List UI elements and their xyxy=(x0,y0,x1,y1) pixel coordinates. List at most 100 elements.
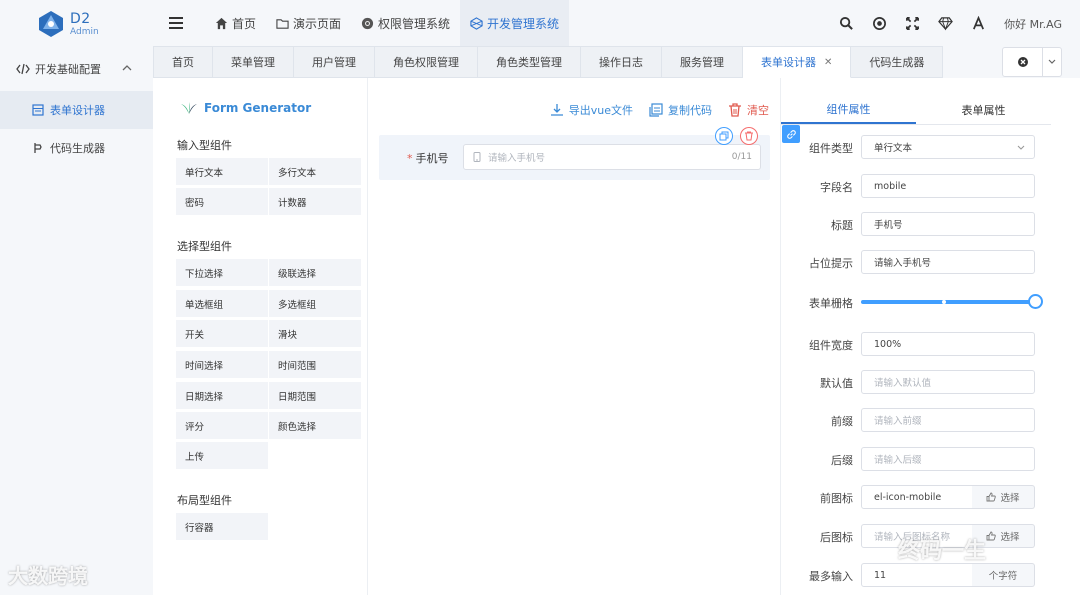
suffix-input[interactable]: 请输入后缀 xyxy=(861,447,1035,471)
prefix-input[interactable]: 请输入前缀 xyxy=(861,408,1035,432)
tab-form-designer[interactable]: 表单设计器 ✕ xyxy=(743,46,852,78)
trash-icon xyxy=(745,131,753,141)
watermark-left-text: 大数跨境 xyxy=(8,564,88,588)
topnav-dev-label: 开发管理系统 xyxy=(487,17,560,31)
copy-code-button[interactable]: 复制代码 xyxy=(649,102,712,118)
component-multi-line-text[interactable]: 多行文本 xyxy=(269,158,361,185)
close-circle-icon xyxy=(1017,57,1028,67)
category-select: 选择型组件 xyxy=(177,240,232,253)
form-span-slider[interactable] xyxy=(861,294,1043,309)
slider-handle[interactable] xyxy=(1028,294,1043,309)
component-password[interactable]: 密码 xyxy=(176,188,268,215)
tab-role-type[interactable]: 角色类型管理 xyxy=(478,46,581,78)
tab-form-props[interactable]: 表单属性 xyxy=(916,95,1051,124)
tab-home[interactable]: 首页 xyxy=(153,46,213,78)
tab-role-permission[interactable]: 角色权限管理 xyxy=(375,46,478,78)
component-color-picker[interactable]: 颜色选择 xyxy=(269,412,361,439)
prefix-icon-select-button[interactable]: 选择 xyxy=(972,485,1035,509)
component-time-range[interactable]: 时间范围 xyxy=(269,351,361,378)
close-icon[interactable]: ✕ xyxy=(824,57,832,68)
watermark-right: 终码一生 xyxy=(898,533,986,565)
logo-subtitle: Admin xyxy=(70,26,99,37)
tab-service-management[interactable]: 服务管理 xyxy=(662,46,743,78)
export-vue-label: 导出vue文件 xyxy=(568,104,633,117)
component-date-range[interactable]: 日期范围 xyxy=(269,382,361,409)
trash-icon xyxy=(729,103,741,117)
canvas-field-label: * 手机号 xyxy=(407,150,449,166)
component-rate[interactable]: 评分 xyxy=(176,412,268,439)
prop-label-prefix-icon: 前图标 xyxy=(820,492,853,505)
canvas-field-label-text: 手机号 xyxy=(415,152,449,165)
maxlength-input[interactable]: 11 xyxy=(861,563,973,587)
menu-toggle-icon[interactable] xyxy=(167,14,185,32)
chevron-down-icon xyxy=(1017,145,1025,150)
component-date-picker[interactable]: 日期选择 xyxy=(176,382,268,409)
category-layout: 布局型组件 xyxy=(177,494,232,507)
user-greeting[interactable]: 你好 Mr.AG xyxy=(1004,16,1062,32)
fullscreen-icon[interactable] xyxy=(905,16,920,31)
prop-row-suffix: 后缀 请输入后缀 xyxy=(781,447,1071,471)
component-upload[interactable]: 上传 xyxy=(176,442,268,469)
prop-label-default: 默认值 xyxy=(820,377,853,390)
tab-operation-log[interactable]: 操作日志 xyxy=(581,46,662,78)
topnav-dev[interactable]: 开发管理系统 xyxy=(460,0,570,47)
component-width-input[interactable]: 100% xyxy=(861,332,1035,356)
properties-panel: 组件属性 表单属性 组件类型 单行文本 字段名 mobile 标题 手机号 占位… xyxy=(780,78,1080,595)
prefix-icon-input[interactable]: el-icon-mobile xyxy=(861,485,973,509)
topnav-permission[interactable]: 权限管理系统 xyxy=(351,0,460,47)
prop-label-type: 组件类型 xyxy=(809,142,853,155)
clear-button[interactable]: 清空 xyxy=(728,102,769,118)
sidebar-item-form-designer[interactable]: 表单设计器 xyxy=(0,91,153,129)
canvas-field-input[interactable]: 请输入手机号 0/11 xyxy=(463,144,761,170)
properties-tabs: 组件属性 表单属性 xyxy=(781,95,1051,125)
component-checkbox-group[interactable]: 多选框组 xyxy=(269,290,361,317)
form-canvas: 导出vue文件 复制代码 清空 * 手机号 请输入手机号 0/11 xyxy=(369,78,779,595)
component-row-container[interactable]: 行容器 xyxy=(176,513,268,540)
sidebar-group-dev-config[interactable]: 开发基础配置 xyxy=(0,47,153,91)
component-radio-group[interactable]: 单选框组 xyxy=(176,290,268,317)
topnav-demo[interactable]: 演示页面 xyxy=(266,0,351,47)
export-vue-button[interactable]: 导出vue文件 xyxy=(550,102,633,118)
delete-field-button[interactable] xyxy=(740,127,758,145)
prop-row-prefix: 前缀 请输入前缀 xyxy=(781,408,1071,432)
suffix-icon-select-label: 选择 xyxy=(1000,532,1020,543)
canvas-actions: 导出vue文件 复制代码 清空 xyxy=(550,102,769,118)
tab-form-designer-label: 表单设计器 xyxy=(761,56,816,69)
d2-logo-icon xyxy=(39,11,63,37)
tab-user-management[interactable]: 用户管理 xyxy=(294,46,375,78)
font-size-icon[interactable] xyxy=(971,16,986,31)
tab-component-props[interactable]: 组件属性 xyxy=(781,95,916,124)
component-time-picker[interactable]: 时间选择 xyxy=(176,351,268,378)
prefix-icon-select-label: 选择 xyxy=(1000,493,1020,504)
component-cascader[interactable]: 级联选择 xyxy=(269,259,361,286)
tab-dropdown-button[interactable] xyxy=(1043,48,1061,76)
close-all-tabs-button[interactable] xyxy=(1003,48,1043,76)
chevron-up-icon xyxy=(122,65,132,71)
topnav-home[interactable]: 首页 xyxy=(205,0,266,47)
theme-diamond-icon[interactable] xyxy=(938,16,953,31)
form-generator-title: Form Generator xyxy=(204,101,312,115)
default-value-input[interactable]: 请输入默认值 xyxy=(861,370,1035,394)
app-logo[interactable]: D2 Admin xyxy=(36,8,146,40)
tab-menu-management[interactable]: 菜单管理 xyxy=(213,46,294,78)
component-single-line-text[interactable]: 单行文本 xyxy=(176,158,268,185)
component-counter[interactable]: 计数器 xyxy=(269,188,361,215)
sidebar-item-code-generator[interactable]: 代码生成器 xyxy=(0,129,153,167)
record-icon[interactable] xyxy=(872,16,887,31)
copy-field-button[interactable] xyxy=(715,127,733,145)
placeholder-input[interactable]: 请输入手机号 xyxy=(861,250,1035,274)
component-slider[interactable]: 滑块 xyxy=(269,320,361,347)
canvas-field-item[interactable]: * 手机号 请输入手机号 0/11 xyxy=(379,135,770,180)
component-select[interactable]: 下拉选择 xyxy=(176,259,268,286)
tab-code-generator[interactable]: 代码生成器 xyxy=(851,46,944,78)
category-input: 输入型组件 xyxy=(177,139,232,152)
top-bar: D2 Admin 首页 演示页面 权限管理系统 开发管理系统 你好 Mr.AG xyxy=(0,0,1080,47)
prop-label-field: 字段名 xyxy=(820,181,853,194)
dev-icon xyxy=(470,17,483,30)
search-icon[interactable] xyxy=(839,16,854,31)
component-type-select[interactable]: 单行文本 xyxy=(861,135,1035,159)
prop-row-maxlength: 最多输入 11 个字符 xyxy=(781,563,1071,587)
component-switch[interactable]: 开关 xyxy=(176,320,268,347)
title-input[interactable]: 手机号 xyxy=(861,212,1035,236)
field-name-input[interactable]: mobile xyxy=(861,174,1035,198)
